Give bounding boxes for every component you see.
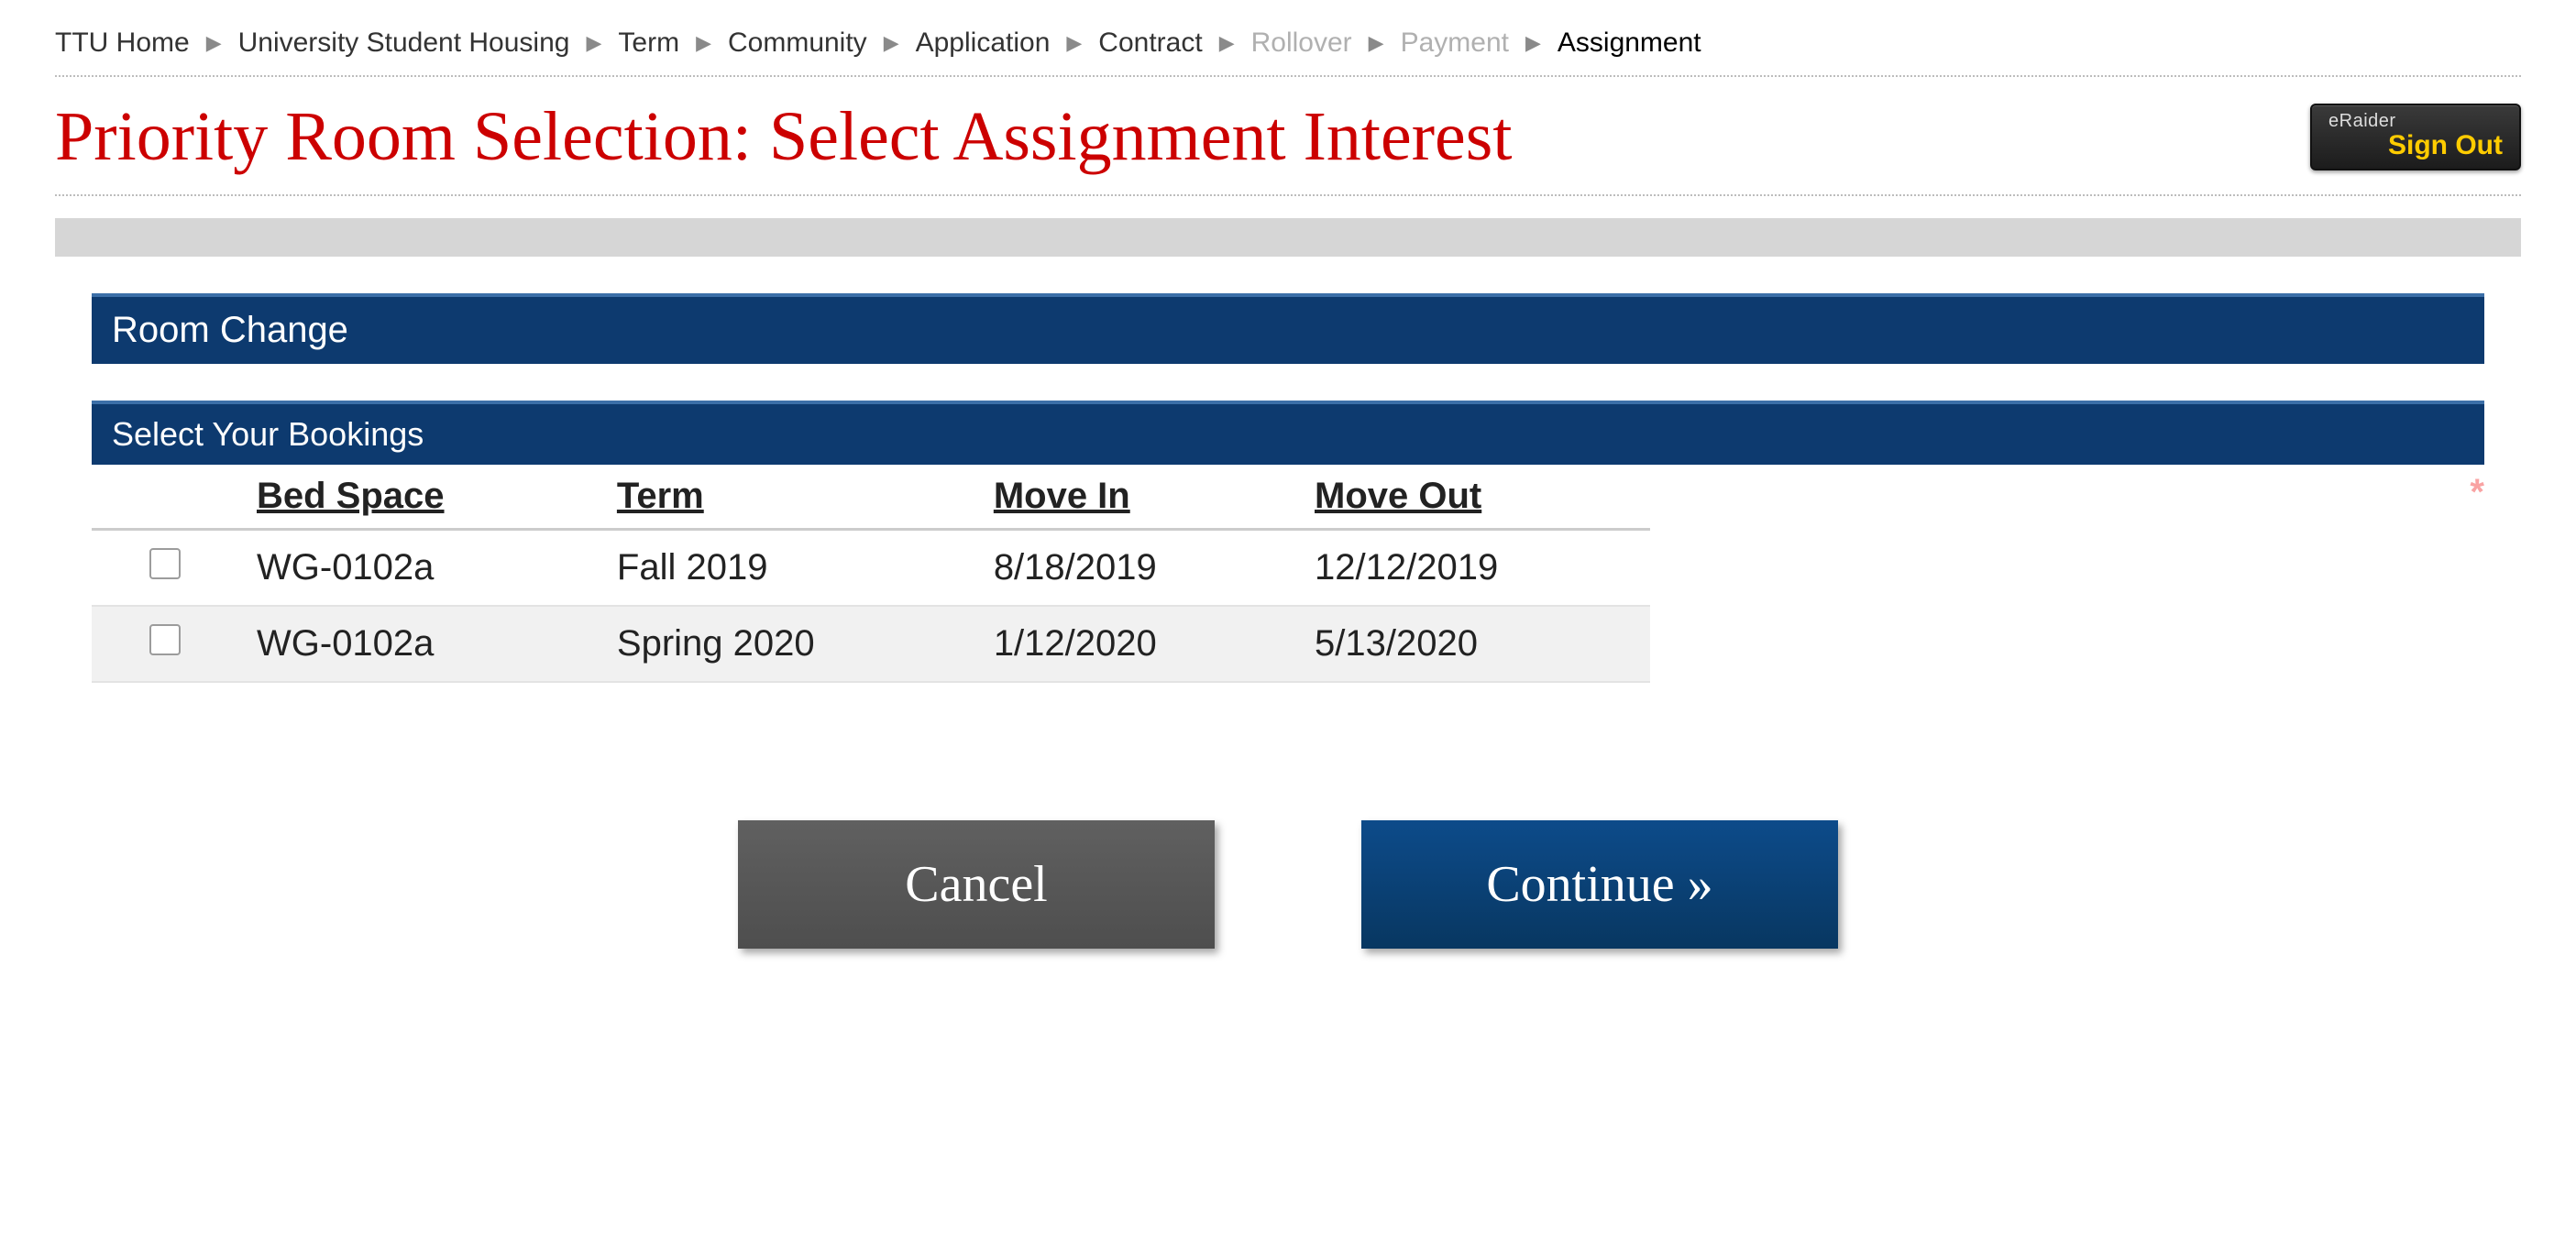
cell-bed-space: WG-0102a xyxy=(238,529,599,606)
crumb-term[interactable]: Term xyxy=(618,27,679,59)
col-move-out[interactable]: Move Out xyxy=(1296,465,1650,530)
table-row: WG-0102a Fall 2019 8/18/2019 12/12/2019 xyxy=(92,529,1650,606)
cell-term: Spring 2020 xyxy=(599,606,975,682)
crumb-rollover: Rollover xyxy=(1251,27,1352,59)
table-header-row: Bed Space Term Move In Move Out xyxy=(92,465,1650,530)
cell-move-in: 1/12/2020 xyxy=(975,606,1296,682)
sign-out-label: Sign Out xyxy=(2328,130,2503,161)
chevron-right-icon: ▶ xyxy=(586,33,601,53)
booking-checkbox[interactable] xyxy=(149,624,181,655)
crumb-contract[interactable]: Contract xyxy=(1098,27,1202,59)
cell-move-in: 8/18/2019 xyxy=(975,529,1296,606)
breadcrumb: TTU Home ▶ University Student Housing ▶ … xyxy=(55,27,2521,77)
page-title: Priority Room Selection: Select Assignme… xyxy=(55,99,1512,176)
continue-button[interactable]: Continue » xyxy=(1361,820,1838,949)
crumb-ttu-home[interactable]: TTU Home xyxy=(55,27,190,59)
crumb-payment: Payment xyxy=(1401,27,1509,59)
col-bed-space[interactable]: Bed Space xyxy=(238,465,599,530)
chevron-right-icon: ▶ xyxy=(1369,33,1384,53)
cancel-button[interactable]: Cancel xyxy=(738,820,1215,949)
booking-checkbox[interactable] xyxy=(149,548,181,579)
chevron-right-icon: ▶ xyxy=(1525,33,1541,53)
cell-move-out: 5/13/2020 xyxy=(1296,606,1650,682)
col-move-in[interactable]: Move In xyxy=(975,465,1296,530)
chevron-right-icon: ▶ xyxy=(696,33,711,53)
bookings-table: Bed Space Term Move In Move Out WG-0102a… xyxy=(92,465,1650,683)
table-row: WG-0102a Spring 2020 1/12/2020 5/13/2020 xyxy=(92,606,1650,682)
chevron-right-icon: ▶ xyxy=(206,33,222,53)
section-header-room-change: Room Change xyxy=(92,293,2484,364)
chevron-right-icon: ▶ xyxy=(884,33,899,53)
divider-bar xyxy=(55,218,2521,257)
crumb-assignment: Assignment xyxy=(1558,27,1701,59)
sign-out-button[interactable]: eRaider Sign Out xyxy=(2310,104,2521,170)
crumb-application[interactable]: Application xyxy=(916,27,1051,59)
col-term[interactable]: Term xyxy=(599,465,975,530)
chevron-right-icon: ▶ xyxy=(1066,33,1082,53)
eraider-brand-label: eRaider xyxy=(2328,111,2503,132)
chevron-right-icon: ▶ xyxy=(1219,33,1235,53)
asterisk-icon: * xyxy=(2470,472,2484,513)
cell-bed-space: WG-0102a xyxy=(238,606,599,682)
crumb-community[interactable]: Community xyxy=(728,27,867,59)
section-header-select-bookings: Select Your Bookings xyxy=(92,401,2484,465)
crumb-housing[interactable]: University Student Housing xyxy=(238,27,570,59)
cell-term: Fall 2019 xyxy=(599,529,975,606)
cell-move-out: 12/12/2019 xyxy=(1296,529,1650,606)
